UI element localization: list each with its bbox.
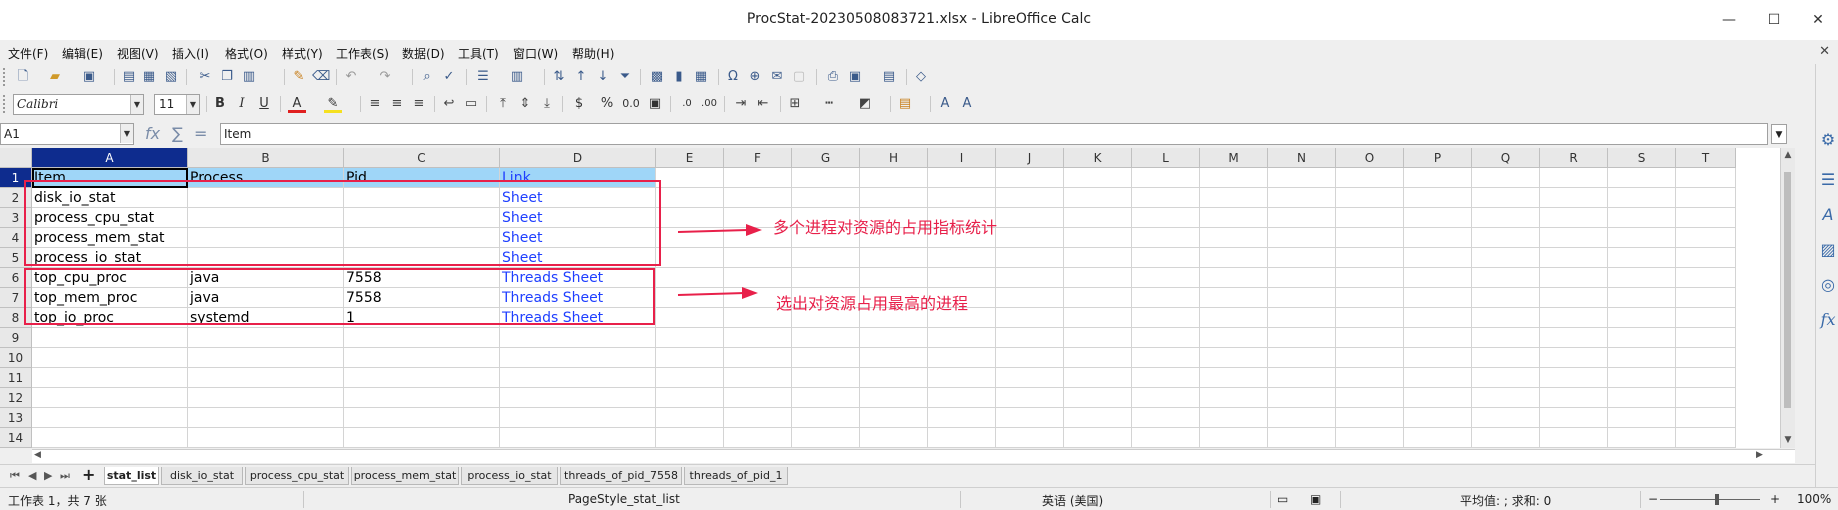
sheet-tab[interactable]: process_mem_stat (351, 467, 459, 485)
annotation-arrow-line (677, 229, 749, 233)
status-separator (1640, 491, 1641, 508)
zoom-in-icon[interactable]: + (1770, 492, 1780, 506)
styles-icon[interactable]: A (1818, 205, 1838, 225)
sheet-tab[interactable]: threads_of_pid_7558 (560, 467, 682, 485)
status-separator (1340, 491, 1341, 508)
document-modified-icon: ▣ (1310, 492, 1322, 506)
first-sheet-icon[interactable]: ⏮ (10, 469, 20, 483)
sheet-tab[interactable]: process_io_stat (461, 467, 558, 485)
zoom-level[interactable]: 100% (1797, 492, 1831, 506)
status-bar: 工作表 1，共 7 张 PageStyle_stat_list 英语 (美国) … (0, 487, 1838, 510)
annotation-note-stats: 多个进程对资源的占用指标统计 (773, 218, 998, 237)
zoom-slider-handle[interactable] (1715, 494, 1719, 505)
language-status[interactable]: 英语 (美国) (1042, 492, 1103, 509)
annotation-arrow-line (677, 292, 746, 296)
sheet-tab[interactable]: disk_io_stat (161, 467, 243, 485)
page-style-status[interactable]: PageStyle_stat_list (568, 492, 680, 506)
gear-icon[interactable]: ⚙ (1818, 130, 1838, 150)
annotation-note-top-procs: 选出对资源占用最高的进程 (776, 294, 969, 313)
status-separator (303, 491, 304, 508)
navigator-icon[interactable]: ◎ (1818, 275, 1838, 295)
sheet-tab[interactable]: process_cpu_stat (245, 467, 349, 485)
arrow-head-icon (742, 287, 758, 299)
sheet-tab[interactable]: stat_list (104, 467, 159, 485)
selection-summary[interactable]: 平均值: ; 求和: 0 (1460, 492, 1551, 509)
zoom-slider[interactable] (1660, 499, 1760, 500)
last-sheet-icon[interactable]: ⏭ (60, 469, 70, 483)
selection-mode-icon[interactable]: ▭ (1277, 492, 1288, 506)
sheet-count-status: 工作表 1，共 7 张 (8, 494, 107, 508)
arrow-head-icon (746, 224, 762, 236)
status-separator (1270, 491, 1271, 508)
status-separator (960, 491, 961, 508)
sheet-tab-bar: ⏮ ◀ ▶ ⏭ + stat_list disk_io_stat process… (0, 464, 1815, 486)
previous-sheet-icon[interactable]: ◀ (28, 469, 36, 482)
annotation-arrows (677, 224, 762, 299)
properties-icon[interactable]: ☰ (1818, 170, 1838, 190)
libreoffice-calc-window: { "window": { "title": "ProcStat-2023050… (0, 0, 1838, 510)
next-sheet-icon[interactable]: ▶ (44, 469, 52, 482)
sheet-tab[interactable]: threads_of_pid_1 (684, 467, 788, 485)
gallery-icon[interactable]: ▨ (1818, 240, 1838, 260)
zoom-out-icon[interactable]: − (1648, 492, 1658, 506)
add-sheet-icon[interactable]: + (82, 465, 95, 484)
functions-icon[interactable]: fx (1818, 310, 1838, 330)
